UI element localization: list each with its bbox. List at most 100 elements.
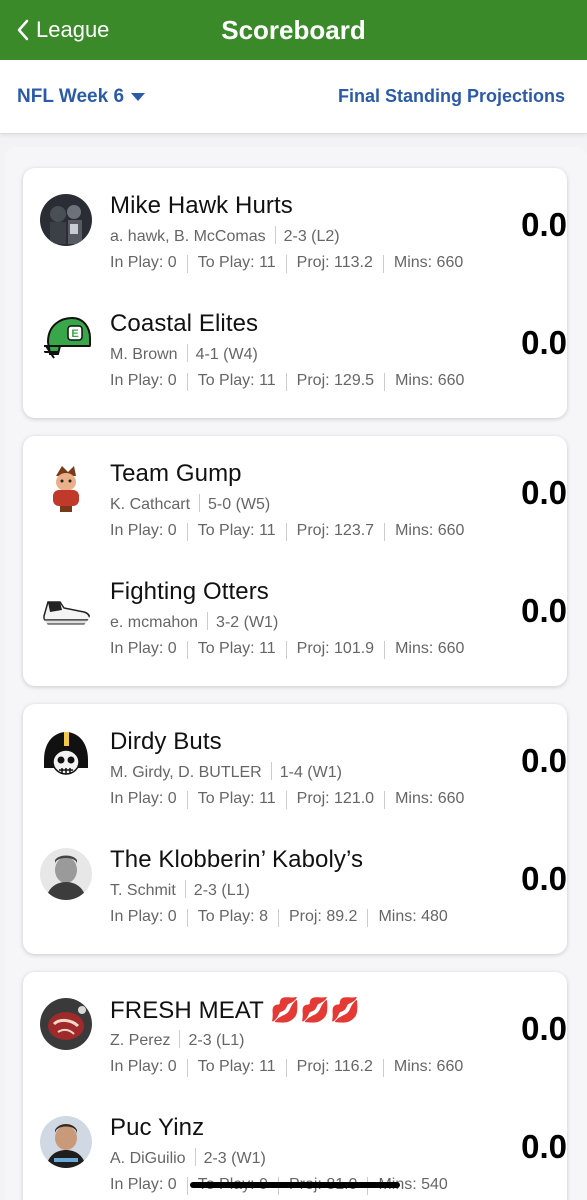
minutes: Mins: 660 — [393, 1058, 464, 1075]
team-owners: K. Cathcart — [110, 496, 191, 513]
team-meta: A. DiGuilio 2-3 (W1) — [110, 1148, 266, 1168]
divider — [186, 641, 188, 659]
cartoon-character-avatar — [40, 462, 92, 514]
team-name: Puc Yinz — [110, 1114, 205, 1141]
minutes: Mins: 480 — [378, 908, 448, 925]
matchup-card[interactable]: Team Gump K. Cathcart 5-0 (W5) In Play: 0… — [23, 436, 567, 686]
divider — [194, 1148, 196, 1166]
chevron-left-icon — [17, 19, 29, 41]
to-play: To Play: 11 — [197, 254, 276, 271]
divider — [274, 226, 276, 244]
team-meta: K. Cathcart 5-0 (W5) — [110, 494, 270, 514]
team-score: 0.0 — [521, 860, 567, 897]
team-owners: e. mcmahon — [110, 614, 199, 631]
projection: Proj: 101.9 — [296, 640, 375, 657]
person-photo-avatar — [40, 848, 92, 900]
team-score: 0.0 — [521, 474, 567, 511]
team-owners: M. Brown — [110, 346, 178, 363]
team-name: Coastal Elites — [110, 310, 259, 337]
to-play: To Play: 11 — [197, 1058, 276, 1075]
team-record: 5-0 (W5) — [208, 496, 271, 513]
team-stats: In Play: 0 To Play: 11 Proj: 116.2 Mins: 66… — [110, 1058, 464, 1077]
team-record: 2-3 (W1) — [203, 1150, 266, 1167]
team-stats: In Play: 0 To Play: 11 Proj: 113.2 Mins: 66… — [110, 254, 464, 273]
matchup-card[interactable]: Dirdy Buts M. Girdy, D. BUTLER 1-4 (W1) I… — [23, 704, 567, 954]
divider — [186, 373, 188, 391]
team-record: 4-1 (W4) — [195, 346, 258, 363]
in-play: In Play: 0 — [110, 254, 177, 271]
final-standing-projections-link[interactable]: Final Standing Projections — [338, 86, 565, 107]
divider — [285, 641, 287, 659]
divider — [285, 373, 287, 391]
week-selector[interactable]: NFL Week 6 — [17, 86, 146, 108]
in-play: In Play: 0 — [110, 1058, 177, 1075]
team-row[interactable]: Team Gump K. Cathcart 5-0 (W5) In Play: 0… — [23, 458, 567, 576]
divider — [382, 1059, 384, 1077]
svg-text:E: E — [71, 328, 78, 340]
page-title: Scoreboard — [221, 14, 366, 45]
minutes: Mins: 660 — [393, 254, 464, 271]
caret-down-icon — [131, 92, 146, 101]
team-score: 0.0 — [521, 324, 567, 361]
projection: Proj: 129.5 — [296, 372, 375, 389]
divider — [384, 791, 386, 809]
divider — [186, 791, 188, 809]
in-play: In Play: 0 — [110, 790, 177, 807]
minutes: Mins: 660 — [395, 790, 465, 807]
divider — [186, 344, 188, 362]
in-play: In Play: 0 — [110, 908, 177, 925]
to-play: To Play: 11 — [197, 790, 276, 807]
divider — [184, 880, 186, 898]
team-name: Team Gump — [110, 460, 242, 487]
matchup-card[interactable]: Mike Hawk Hurts a. hawk, B. McComas 2-3 (… — [23, 168, 567, 418]
team-stats: In Play: 0 To Play: 11 Proj: 101.9 Mins: 66… — [110, 640, 464, 659]
divider — [270, 762, 272, 780]
sub-header: NFL Week 6 Final Standing Projections — [0, 60, 587, 134]
team-name: The Klobberin’ Kaboly’s — [110, 846, 364, 873]
projection: Proj: 89.2 — [288, 908, 358, 925]
in-play: In Play: 0 — [110, 1176, 177, 1193]
team-name: Dirdy Buts — [110, 728, 222, 755]
projection: Proj: 121.0 — [296, 790, 375, 807]
to-play: To Play: 11 — [197, 372, 276, 389]
in-play: In Play: 0 — [110, 522, 177, 539]
divider — [186, 523, 188, 541]
team-owners: Z. Perez — [110, 1032, 171, 1049]
to-play: To Play: 11 — [197, 522, 276, 539]
team-record: 2-3 (L2) — [283, 228, 340, 245]
divider — [285, 791, 287, 809]
team-row[interactable]: E Coastal Elites M. Brown 4-1 (W4) In Pla… — [23, 308, 567, 426]
person-photo-avatar — [40, 1116, 92, 1168]
divider — [384, 523, 386, 541]
divider — [285, 1059, 287, 1077]
scoreboard-list: Mike Hawk Hurts a. hawk, B. McComas 2-3 (… — [5, 147, 587, 1200]
home-indicator[interactable] — [190, 1182, 400, 1188]
team-meta: T. Schmit 2-3 (L1) — [110, 880, 250, 900]
team-row[interactable]: Dirdy Buts M. Girdy, D. BUTLER 1-4 (W1) I… — [23, 726, 567, 844]
team-meta: M. Brown 4-1 (W4) — [110, 344, 258, 364]
week-label: NFL Week 6 — [17, 85, 125, 107]
back-label: League — [36, 17, 110, 42]
divider — [186, 1177, 188, 1195]
team-row[interactable]: Fighting Otters e. mcmahon 3-2 (W1) In Pl… — [23, 576, 567, 694]
projection: Proj: 116.2 — [296, 1058, 373, 1075]
top-navigation-bar: League Scoreboard — [0, 0, 587, 60]
divider — [179, 1030, 181, 1048]
back-button[interactable]: League — [16, 0, 109, 60]
divider — [199, 494, 201, 512]
matchup-card[interactable]: FRESH MEAT 💋💋💋 Z. Perez 2-3 (L1) In Play:… — [23, 972, 567, 1200]
team-row[interactable]: Mike Hawk Hurts a. hawk, B. McComas 2-3 (… — [23, 190, 567, 308]
photo-dark-avatar — [40, 194, 92, 246]
team-owners: A. DiGuilio — [110, 1150, 186, 1167]
green-helmet-avatar: E — [40, 312, 92, 364]
team-row[interactable]: The Klobberin’ Kaboly’s T. Schmit 2-3 (L1… — [23, 844, 567, 962]
projection: Proj: 113.2 — [296, 254, 373, 271]
team-row[interactable]: FRESH MEAT 💋💋💋 Z. Perez 2-3 (L1) In Play:… — [23, 994, 567, 1112]
divider — [277, 909, 279, 927]
divider — [384, 373, 386, 391]
in-play: In Play: 0 — [110, 640, 177, 657]
projection: Proj: 123.7 — [296, 522, 375, 539]
team-score: 0.0 — [521, 206, 567, 243]
team-record: 1-4 (W1) — [279, 764, 342, 781]
to-play: To Play: 8 — [197, 908, 268, 925]
